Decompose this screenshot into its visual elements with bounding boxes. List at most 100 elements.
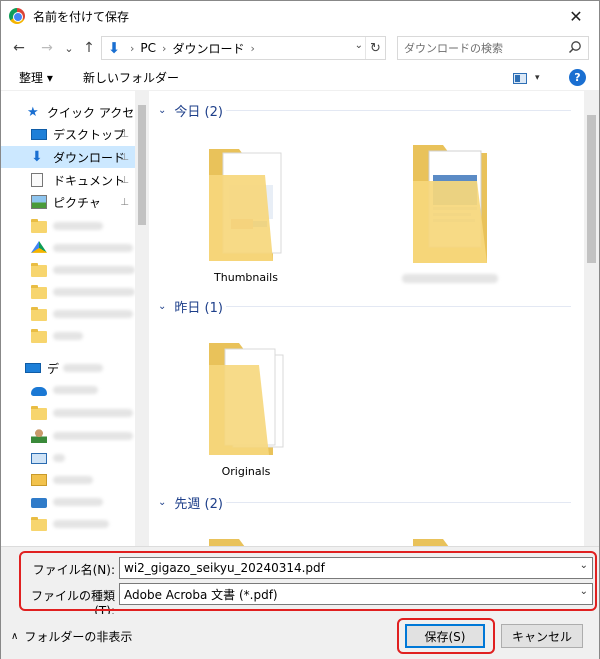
nav-item-blurred[interactable] <box>1 281 135 303</box>
folder-icon <box>209 149 282 261</box>
folder-icon <box>31 285 47 299</box>
folder-icon <box>31 219 47 233</box>
nav-item-blurred[interactable] <box>1 259 135 281</box>
nav-item-blurred[interactable] <box>1 303 135 325</box>
up-button[interactable]: ↑ <box>79 37 99 59</box>
folder-icon <box>209 539 245 546</box>
recent-locations-button[interactable]: ⌄ <box>59 37 79 59</box>
arrow-left-icon: ← <box>13 40 25 56</box>
nav-item-label: デ <box>47 361 60 376</box>
nav-item-desktop[interactable]: デスクトップ ⊥ <box>1 123 135 145</box>
breadcrumb-separator: › <box>250 41 255 55</box>
chevron-down-icon: ⌄ <box>64 41 74 55</box>
chevron-down-icon: ⌄ <box>158 497 167 508</box>
group-header-today[interactable]: ⌄ 今日 (2) <box>158 101 223 120</box>
folder-icon <box>413 145 487 263</box>
cancel-button[interactable]: キャンセル <box>501 624 583 648</box>
nav-item-blurred[interactable] <box>1 491 135 513</box>
pin-icon: ⊥ <box>120 128 129 140</box>
nav-item-blurred[interactable] <box>1 513 135 535</box>
download-icon: ⬇ <box>31 149 43 165</box>
view-options-button[interactable]: ▾ <box>513 70 553 86</box>
close-icon: ✕ <box>569 6 583 26</box>
breadcrumb-pc[interactable]: PC <box>140 41 156 55</box>
back-button[interactable]: ← <box>9 37 29 59</box>
caret-down-icon: ▾ <box>535 73 540 83</box>
view-layout-icon <box>513 72 527 84</box>
folder-icon <box>31 307 47 321</box>
folder-thumbnails[interactable]: Thumbnails <box>191 137 301 287</box>
download-arrow-icon: ⬇ <box>107 39 121 57</box>
nav-item-blurred[interactable] <box>1 379 135 401</box>
group-header-last-week[interactable]: ⌄ 先週 (2) <box>158 493 223 512</box>
nav-item-downloads[interactable]: ⬇ ダウンロード ⊥ <box>1 146 135 168</box>
breadcrumb-separator: › <box>130 41 135 55</box>
nav-item-pictures[interactable]: ピクチャ ⊥ <box>1 191 135 213</box>
nav-quick-access[interactable]: ★ クイック アクセス <box>1 101 135 123</box>
title-bar: 名前を付けて保存 ✕ <box>1 1 599 31</box>
file-list-scrollbar[interactable] <box>584 91 599 546</box>
computer-icon <box>25 363 41 373</box>
file-name-blurred <box>395 271 505 286</box>
group-divider <box>226 502 571 503</box>
form-highlight-box <box>19 551 597 611</box>
forward-button[interactable]: → <box>37 37 57 59</box>
breadcrumb-downloads[interactable]: ダウンロード <box>172 40 244 57</box>
organize-button[interactable]: 整理 ▾ <box>19 69 53 86</box>
search-icon[interactable] <box>568 40 582 54</box>
onedrive-icon <box>31 387 47 396</box>
navigation-pane: ★ クイック アクセス デスクトップ ⊥ ⬇ ダウンロード ⊥ ドキュメント ⊥… <box>1 91 149 546</box>
close-button[interactable]: ✕ <box>553 1 599 31</box>
group-title: 昨日 (1) <box>174 301 223 316</box>
nav-item-label: ピクチャ <box>53 195 101 210</box>
star-icon: ★ <box>27 105 39 120</box>
monitor-icon <box>31 452 47 464</box>
search-input[interactable] <box>404 38 564 58</box>
nav-item-label: クイック アクセス <box>47 105 135 120</box>
picture-icon <box>31 195 47 209</box>
arrow-right-icon: → <box>41 40 53 56</box>
desktop-icon <box>31 128 47 140</box>
file-name: Thumbnails <box>214 271 278 284</box>
nav-this-pc[interactable]: デ <box>1 357 135 379</box>
nav-item-label: デスクトップ <box>53 127 126 142</box>
user-icon <box>31 429 47 443</box>
document-icon <box>31 173 43 187</box>
folder-last-week-1[interactable] <box>191 527 301 546</box>
chevron-up-icon: ∧ <box>11 631 19 642</box>
google-drive-icon <box>31 241 47 253</box>
address-bar[interactable]: ⬇ › PC › ダウンロード › ⌄ ↻ <box>101 36 386 60</box>
network-icon <box>31 498 47 508</box>
folder-icon <box>31 263 47 277</box>
nav-item-blurred[interactable] <box>1 447 135 469</box>
new-folder-button[interactable]: 新しいフォルダー <box>83 69 179 86</box>
save-highlight-box <box>397 618 495 654</box>
folder-blurred[interactable] <box>395 137 505 287</box>
hide-folders-toggle[interactable]: ∧ フォルダーの非表示 <box>11 628 132 645</box>
nav-item-blurred[interactable] <box>1 325 135 347</box>
address-dropdown-icon[interactable]: ⌄ <box>355 40 363 51</box>
navigation-scrollbar[interactable] <box>135 91 149 546</box>
nav-item-label: ドキュメント <box>53 173 126 188</box>
nav-item-documents[interactable]: ドキュメント ⊥ <box>1 169 135 191</box>
scrollbar-thumb[interactable] <box>138 105 146 225</box>
nav-item-blurred[interactable] <box>1 425 135 447</box>
folder-icon <box>209 343 284 455</box>
refresh-button[interactable]: ↻ <box>365 37 385 59</box>
chevron-down-icon: ⌄ <box>158 105 167 116</box>
nav-item-label: ダウンロード <box>53 150 126 165</box>
scrollbar-thumb[interactable] <box>587 115 596 263</box>
nav-item-blurred[interactable] <box>1 469 135 491</box>
refresh-icon: ↻ <box>370 40 381 56</box>
help-button[interactable]: ? <box>569 69 586 86</box>
folder-originals[interactable]: Originals <box>191 331 301 481</box>
nav-item-blurred[interactable] <box>1 237 135 259</box>
group-divider <box>226 110 571 111</box>
pin-icon: ⊥ <box>120 196 129 208</box>
save-form: ファイル名(N): wi2_gigazo_seikyu_20240314.pdf… <box>1 546 599 618</box>
nav-item-blurred[interactable] <box>1 402 135 424</box>
nav-item-blurred[interactable] <box>1 215 135 237</box>
folder-last-week-2[interactable] <box>395 527 505 546</box>
group-header-yesterday[interactable]: ⌄ 昨日 (1) <box>158 297 223 316</box>
breadcrumb-separator: › <box>162 41 167 55</box>
